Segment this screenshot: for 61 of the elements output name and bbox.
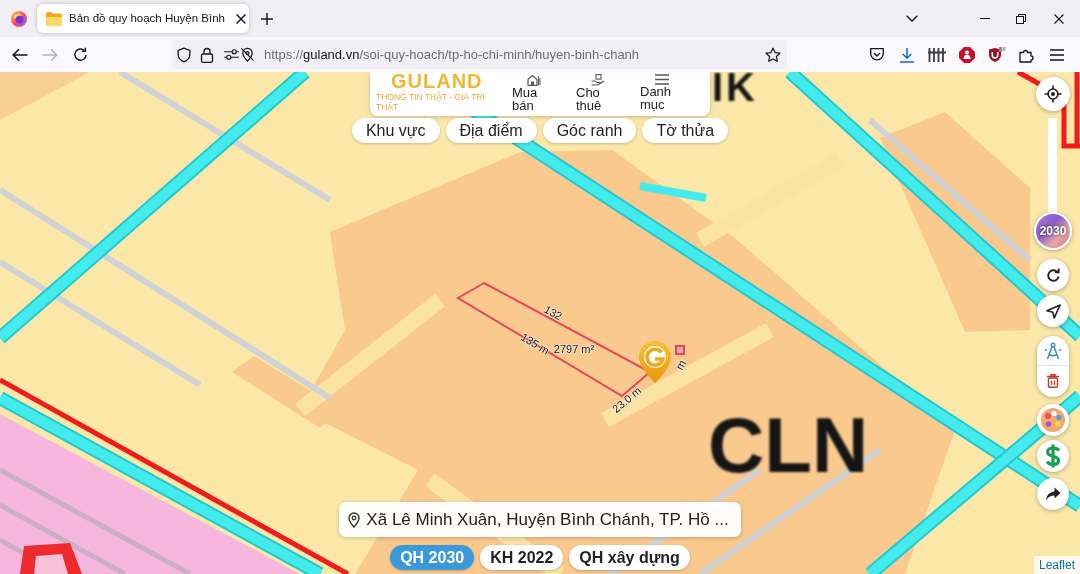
menu-icon — [655, 74, 669, 85]
edge-length-label: 135 m — [519, 331, 551, 357]
folder-icon — [46, 11, 62, 26]
filter-tab[interactable]: Góc ranh — [542, 118, 637, 143]
arrow-right-icon — [42, 47, 58, 62]
square-marker-icon — [675, 345, 685, 355]
minimize-icon — [980, 18, 990, 19]
compass-icon — [1044, 341, 1062, 360]
browser-logo-icon[interactable] — [10, 10, 27, 27]
filter-tab[interactable]: Khu vực — [351, 118, 440, 143]
location-off-icon[interactable] — [240, 47, 255, 62]
navigation-arrow-icon — [1045, 303, 1061, 319]
nav-link[interactable]: Mua bán — [512, 72, 556, 112]
location-pin-icon — [348, 511, 361, 528]
download-icon — [899, 46, 915, 63]
trash-icon — [1047, 374, 1059, 388]
nav-link[interactable]: Cho thuê — [576, 72, 620, 112]
browser-tab[interactable]: Bản đồ quy hoạch Huyện Bình — [37, 4, 249, 33]
land-use-label: IK — [712, 72, 758, 102]
dollar-icon — [1045, 444, 1061, 468]
address-text: Xã Lê Minh Xuân, Huyện Bình Chánh, TP. Hồ ... — [366, 508, 729, 531]
area-label: 2797 m² — [553, 343, 595, 355]
boundary-block — [20, 543, 82, 574]
bookmark-star-icon[interactable] — [765, 46, 781, 63]
bars-icon — [928, 46, 946, 63]
reload-icon — [72, 47, 88, 62]
map-pin-icon[interactable] — [638, 340, 672, 384]
lock-icon[interactable] — [200, 46, 214, 63]
crosshair-icon — [1044, 85, 1062, 103]
url-bar[interactable]: https://guland.vn/soi-quy-hoach/tp-ho-chi-minh/huyen-binh-chanh — [172, 40, 787, 69]
arrow-left-icon — [12, 47, 28, 62]
plus-icon — [261, 12, 273, 25]
land-use-label: CLN — [708, 415, 869, 475]
slider-thumb[interactable]: 2030 — [1034, 212, 1072, 250]
shield-badge-icon — [988, 46, 1006, 63]
nav-link[interactable]: Danh mục — [640, 72, 684, 111]
close-icon — [236, 13, 246, 24]
opacity-slider[interactable]: 2030 — [1034, 115, 1072, 250]
tagline: THONG TIN THẬT - GIÁ TRỊ THẬT — [376, 92, 486, 112]
house-icon — [527, 74, 541, 86]
share-arrow-icon — [1045, 487, 1061, 501]
attribution-link[interactable]: Leaflet — [1033, 556, 1080, 574]
refresh-icon — [1045, 267, 1061, 283]
menu-icon — [1050, 48, 1064, 61]
chevron-shield-icon — [869, 47, 885, 62]
url-text[interactable]: https://guland.vn/soi-quy-hoach/tp-ho-chi-minh/huyen-binh-chanh — [264, 44, 765, 65]
edge-length-label: m — [674, 358, 688, 372]
shield-icon[interactable] — [176, 46, 192, 63]
sliders-icon[interactable] — [224, 49, 239, 60]
restore-icon — [1016, 13, 1026, 24]
layer-tab[interactable]: KH 2022 — [480, 545, 564, 570]
stop-sign-icon — [959, 46, 975, 63]
chevron-down-icon — [906, 15, 918, 22]
hand-icon — [591, 74, 605, 86]
filter-tab[interactable]: Tờ thửa — [642, 118, 729, 143]
edge-length-label: 23.0 m — [610, 384, 644, 416]
filter-tab[interactable]: Địa điểm — [445, 118, 537, 143]
edge-length-label: 132 — [542, 303, 564, 323]
palette-icon — [1041, 408, 1065, 432]
close-icon — [1054, 13, 1064, 24]
layer-tab[interactable]: QH xây dựng — [569, 545, 690, 570]
